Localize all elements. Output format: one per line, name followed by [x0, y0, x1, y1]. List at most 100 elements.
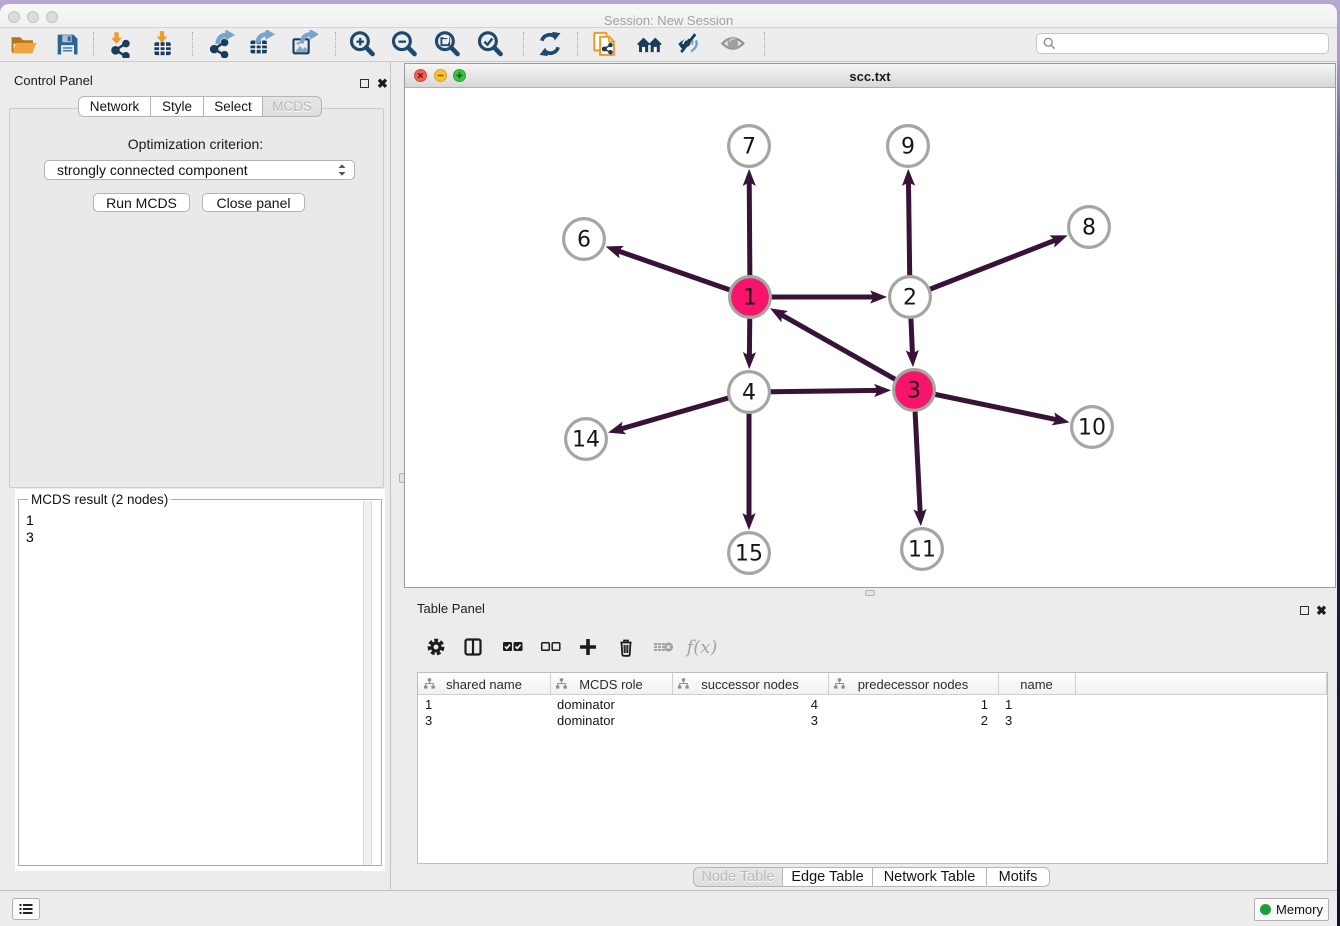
- zoom-out-icon[interactable]: [389, 30, 419, 58]
- column-divider[interactable]: [828, 673, 829, 695]
- mcds-result-group-title: MCDS result (2 nodes): [28, 492, 171, 507]
- table-tab-motifs[interactable]: Motifs: [987, 867, 1050, 887]
- result-scrollbar[interactable]: [363, 501, 372, 865]
- column-header-predecessor-nodes[interactable]: predecessor nodes: [828, 673, 998, 695]
- graph-node-3[interactable]: 3: [894, 370, 935, 411]
- search-input[interactable]: [1060, 35, 1328, 52]
- table-tab-node-table[interactable]: Node Table: [693, 867, 783, 887]
- create-column-icon[interactable]: [573, 634, 603, 660]
- control-tab-select[interactable]: Select: [204, 96, 263, 117]
- show-graphics-details-icon[interactable]: [719, 30, 749, 58]
- table-cell[interactable]: 1: [828, 696, 988, 713]
- table-panel-close-icon[interactable]: ✖: [1316, 605, 1327, 616]
- task-console-button[interactable]: [12, 898, 40, 920]
- zoom-fit-icon[interactable]: [432, 30, 462, 58]
- function-builder-icon: f(x): [687, 634, 717, 660]
- column-header-MCDS-role[interactable]: MCDS role: [550, 673, 672, 695]
- column-header-shared-name[interactable]: shared name: [418, 673, 550, 695]
- hide-graphics-details-icon[interactable]: [675, 30, 705, 58]
- graph-edge-4-14[interactable]: [608, 392, 749, 434]
- control-tab-mcds[interactable]: MCDS: [263, 96, 322, 117]
- delete-columns-icon[interactable]: [611, 634, 641, 660]
- export-image-icon[interactable]: [289, 30, 319, 58]
- table-tab-edge-table[interactable]: Edge Table: [783, 867, 873, 887]
- search-box[interactable]: [1036, 33, 1329, 54]
- screen: Session: New Session: [0, 0, 1340, 926]
- control-tab-style[interactable]: Style: [151, 96, 204, 117]
- memory-button[interactable]: Memory: [1254, 898, 1329, 921]
- graph-node-1[interactable]: 1: [730, 277, 771, 318]
- table-cell[interactable]: 2: [828, 712, 988, 729]
- graph-node-8[interactable]: 8: [1069, 207, 1110, 248]
- graph-node-15[interactable]: 15: [729, 533, 770, 574]
- toolbar-separator: [577, 32, 578, 56]
- svg-text:7: 7: [742, 135, 756, 160]
- graph-node-6[interactable]: 6: [564, 219, 605, 260]
- column-divider[interactable]: [998, 673, 999, 695]
- network-window-titlebar[interactable]: scc.txt: [405, 64, 1335, 88]
- unselect-all-columns-icon[interactable]: [535, 634, 565, 660]
- window-title: Session: New Session: [0, 13, 1337, 28]
- graph-node-4[interactable]: 4: [729, 372, 770, 413]
- table-cell[interactable]: dominator: [557, 712, 672, 729]
- graph-edge-3-1[interactable]: [770, 308, 914, 390]
- control-panel-float-icon[interactable]: [360, 79, 369, 88]
- select-all-columns-icon[interactable]: [497, 634, 527, 660]
- table-cell[interactable]: 3: [425, 712, 550, 729]
- table-options-gear-icon[interactable]: [421, 634, 451, 660]
- run-mcds-button[interactable]: Run MCDS: [93, 193, 190, 212]
- graph-node-14[interactable]: 14: [566, 419, 607, 460]
- open-in-ndex-icon[interactable]: [590, 30, 620, 58]
- export-network-icon[interactable]: [206, 30, 236, 58]
- close-panel-button[interactable]: Close panel: [202, 193, 305, 212]
- zoom-selected-icon[interactable]: [475, 30, 505, 58]
- control-panel-close-icon[interactable]: ✖: [377, 78, 388, 89]
- mcds-result-group: MCDS result (2 nodes) 13: [18, 499, 382, 866]
- column-divider[interactable]: [550, 673, 551, 695]
- svg-text:2: 2: [903, 286, 917, 311]
- table-cell[interactable]: 3: [1005, 712, 1075, 729]
- window-titlebar[interactable]: Session: New Session: [0, 4, 1337, 28]
- graph-edge-3-10[interactable]: [914, 390, 1070, 425]
- network-window-title: scc.txt: [405, 69, 1335, 84]
- delete-table-icon: [648, 634, 678, 660]
- table-cell[interactable]: 1: [425, 696, 550, 713]
- column-divider[interactable]: [672, 673, 673, 695]
- mcds-result-panel: MCDS result (2 nodes) 13: [15, 489, 385, 871]
- graph-node-10[interactable]: 10: [1072, 407, 1113, 448]
- network-graph[interactable]: 1 2 3 4 6 7 8 9 10 11 14 15: [405, 88, 1335, 586]
- table-panel-float-icon[interactable]: [1300, 606, 1309, 615]
- graph-edge-1-6[interactable]: [606, 246, 750, 297]
- criterion-select[interactable]: strongly connected component: [44, 160, 355, 180]
- save-session-icon[interactable]: [52, 30, 82, 58]
- graph-node-11[interactable]: 11: [902, 529, 943, 570]
- import-network-from-file-icon[interactable]: [105, 30, 135, 58]
- export-table-icon[interactable]: [246, 30, 276, 58]
- apply-layout-icon[interactable]: [535, 30, 565, 58]
- column-header-name[interactable]: name: [998, 673, 1075, 695]
- svg-text:6: 6: [577, 228, 591, 253]
- graph-edge-2-8[interactable]: [910, 235, 1068, 297]
- zoom-in-icon[interactable]: [347, 30, 377, 58]
- graph-node-2[interactable]: 2: [890, 277, 931, 318]
- graph-node-9[interactable]: 9: [888, 126, 929, 167]
- control-tab-network[interactable]: Network: [78, 96, 151, 117]
- table-panel-title: Table Panel: [417, 601, 485, 616]
- table-cell[interactable]: 4: [672, 696, 818, 713]
- table-tab-network-table[interactable]: Network Table: [873, 867, 987, 887]
- ndex-home-icon[interactable]: [635, 30, 665, 58]
- table-cell[interactable]: 1: [1005, 696, 1075, 713]
- horizontal-splitter-handle[interactable]: [865, 590, 875, 596]
- import-table-from-file-icon[interactable]: [147, 30, 177, 58]
- svg-text:1: 1: [743, 286, 757, 311]
- column-header-successor-nodes[interactable]: successor nodes: [672, 673, 828, 695]
- select-stepper-icon: [336, 162, 348, 178]
- svg-text:3: 3: [907, 379, 921, 404]
- table-cell[interactable]: dominator: [557, 696, 672, 713]
- control-panel-title: Control Panel: [14, 73, 93, 88]
- table-cell[interactable]: 3: [672, 712, 818, 729]
- toolbar-separator: [93, 32, 94, 56]
- open-session-icon[interactable]: [8, 30, 38, 58]
- show-columns-icon[interactable]: [458, 634, 488, 660]
- graph-node-7[interactable]: 7: [729, 126, 770, 167]
